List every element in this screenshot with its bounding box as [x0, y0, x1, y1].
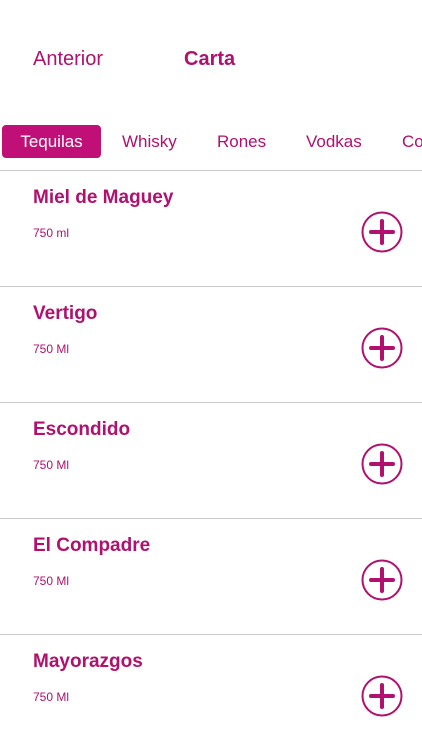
add-button[interactable] [361, 327, 403, 369]
plus-circle-icon [361, 675, 403, 717]
add-button[interactable] [361, 443, 403, 485]
product-name: Vertigo [33, 303, 98, 324]
plus-circle-icon [361, 559, 403, 601]
list-item: Escondido 750 Ml [0, 402, 422, 518]
list-item: Miel de Maguey 750 ml [0, 170, 422, 286]
add-button[interactable] [361, 211, 403, 253]
product-name: Escondido [33, 419, 131, 440]
product-size: 750 Ml [33, 458, 70, 472]
back-button[interactable]: Anterior [33, 48, 103, 71]
list-item: Vertigo 750 Ml [0, 286, 422, 402]
product-name: Miel de Maguey [33, 187, 174, 208]
page-title: Carta [184, 48, 236, 70]
category-tabs: Tequilas Whisky Rones Vodkas Co [0, 125, 422, 159]
list-item: El Compadre 750 Ml [0, 518, 422, 634]
tab-rones[interactable]: Rones [217, 125, 266, 158]
plus-circle-icon [361, 443, 403, 485]
plus-circle-icon [361, 327, 403, 369]
nav-bar: Anterior Carta [0, 0, 422, 110]
add-button[interactable] [361, 675, 403, 717]
product-size: 750 Ml [33, 690, 70, 704]
product-name: Mayorazgos [33, 651, 143, 672]
product-size: 750 ml [33, 226, 70, 240]
add-button[interactable] [361, 559, 403, 601]
list-item: Mayorazgos 750 Ml [0, 634, 422, 750]
product-name: El Compadre [33, 535, 151, 556]
product-size: 750 Ml [33, 574, 70, 588]
plus-circle-icon [361, 211, 403, 253]
product-size: 750 Ml [33, 342, 70, 356]
tab-vodkas[interactable]: Vodkas [306, 125, 362, 158]
tab-partial[interactable]: Co [402, 125, 422, 158]
product-list: Miel de Maguey 750 ml Vertigo 750 Ml Esc… [0, 170, 422, 750]
tab-tequilas[interactable]: Tequilas [2, 125, 101, 158]
tab-whisky[interactable]: Whisky [122, 125, 177, 158]
